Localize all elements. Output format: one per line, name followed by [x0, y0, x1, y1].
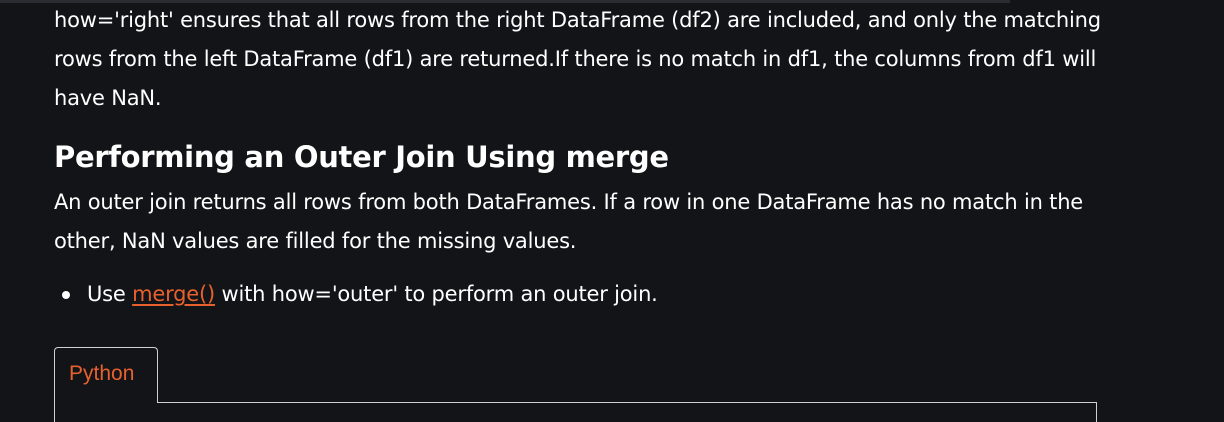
bullet-list: Use merge() with how='outer' to perform … [54, 275, 658, 314]
paragraph-outer-join: An outer join returns all rows from both… [54, 190, 1084, 253]
section-heading-outer-join: Performing an Outer Join Using merge [54, 140, 669, 174]
bullet-suffix: with how='outer' to perform an outer joi… [215, 282, 658, 306]
code-tab-bar: Python [54, 347, 1097, 422]
tab-python-label: Python [69, 362, 135, 385]
paragraph-right-join: how='right' ensures that all rows from t… [54, 8, 1101, 110]
bullet-dot-icon [62, 291, 70, 299]
tab-python[interactable]: Python [54, 347, 158, 403]
merge-link[interactable]: merge() [132, 282, 215, 306]
list-item: Use merge() with how='outer' to perform … [54, 275, 658, 314]
bullet-prefix: Use [87, 282, 133, 306]
code-block-frame [54, 402, 1097, 422]
